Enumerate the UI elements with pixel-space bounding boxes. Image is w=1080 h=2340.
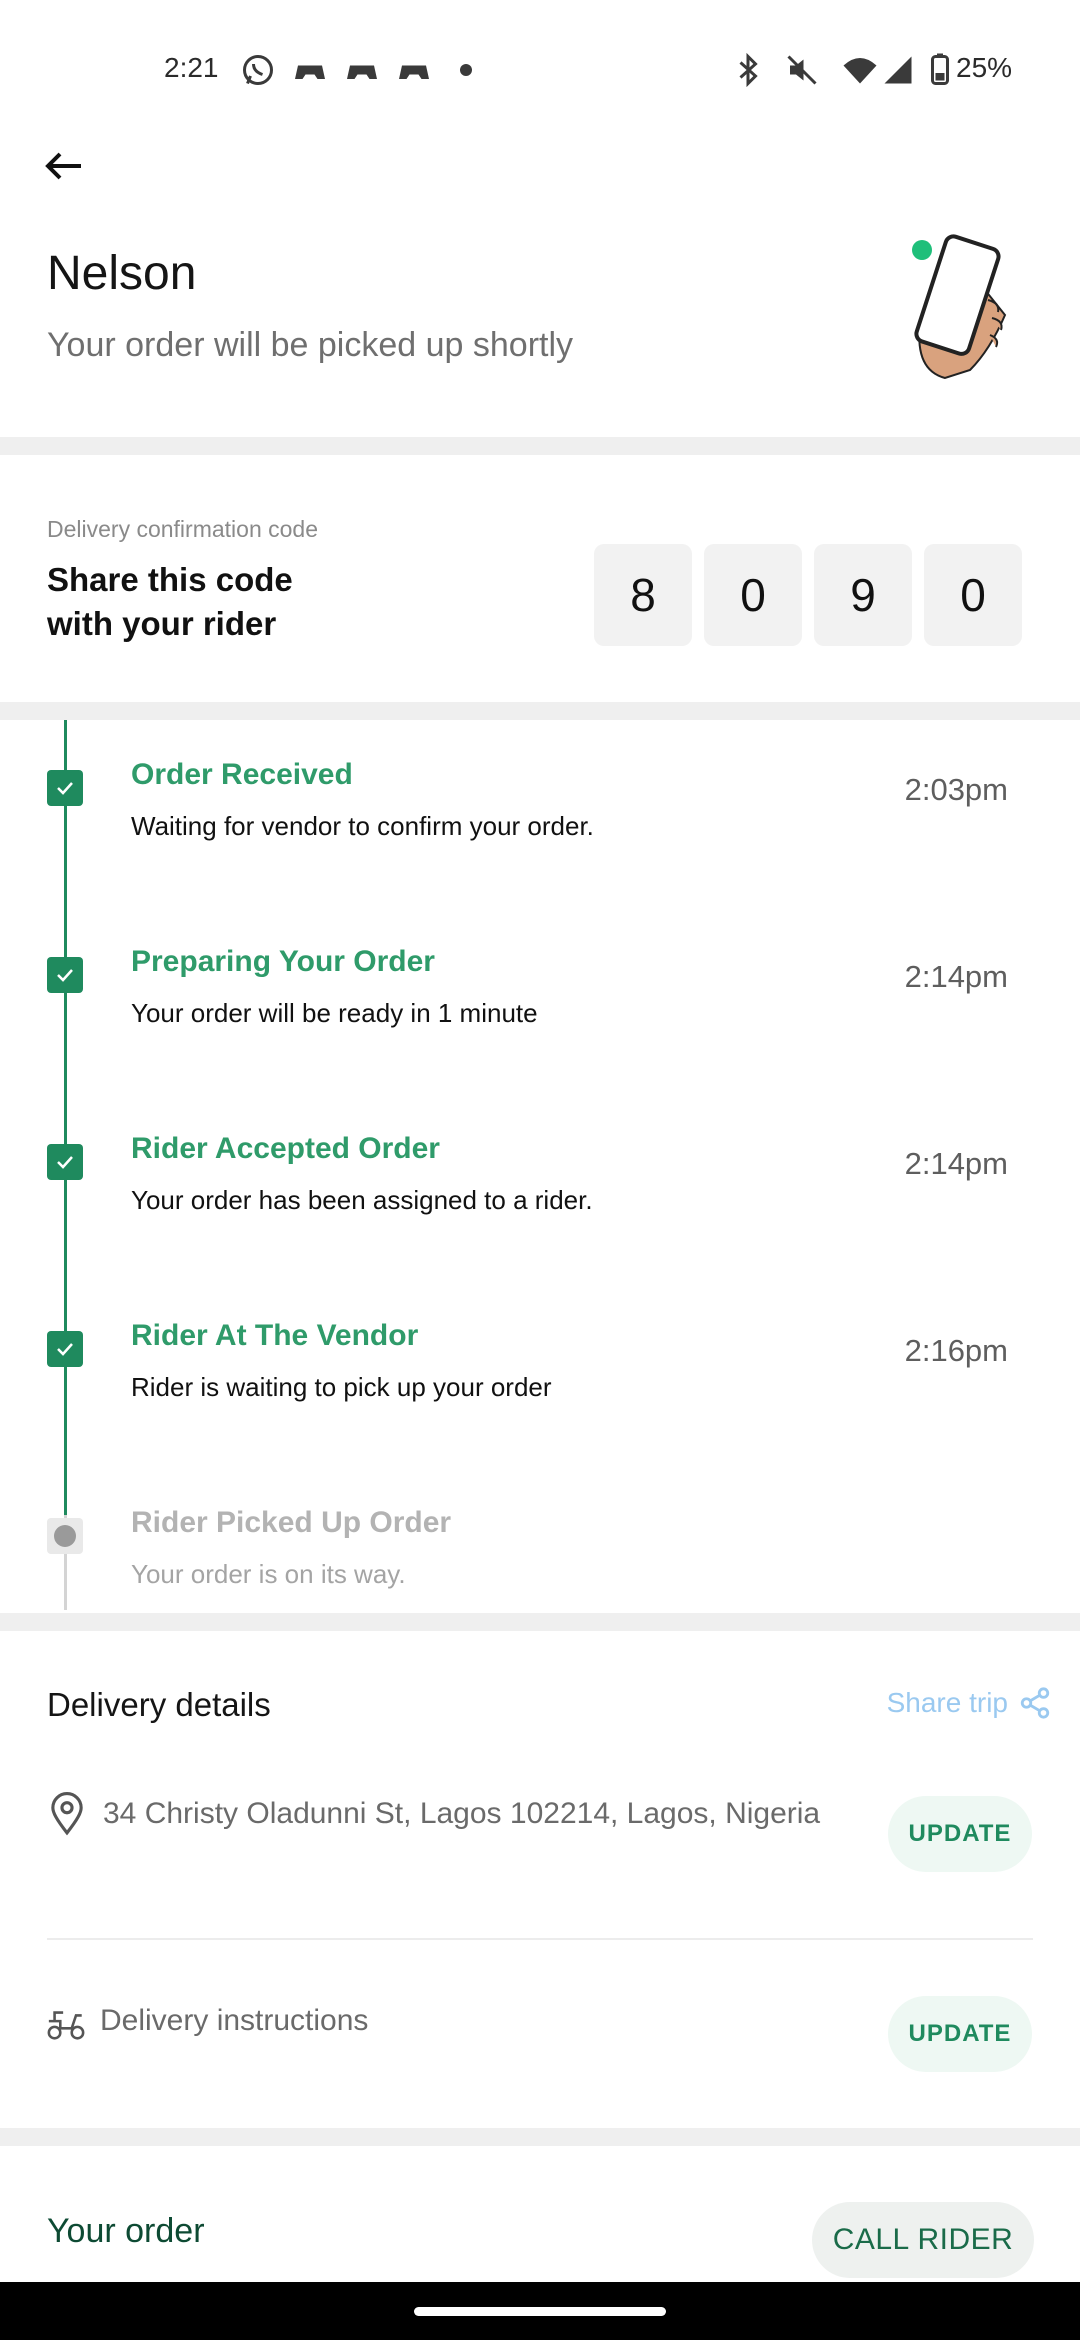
status-bar: 2:21 25%	[0, 0, 1080, 140]
bluetooth-icon	[739, 52, 758, 88]
your-order-title: Your order	[47, 2212, 205, 2250]
step-check-icon	[47, 1144, 83, 1180]
home-gesture-handle[interactable]	[414, 2307, 666, 2316]
mute-icon	[787, 55, 817, 85]
step-description: Rider is waiting to pick up your order	[131, 1372, 552, 1402]
battery-percent: 25%	[956, 52, 1013, 83]
back-button[interactable]	[38, 140, 90, 192]
update-address-button[interactable]: UPDATE	[888, 1796, 1032, 1872]
step-check-icon	[47, 770, 83, 806]
update-instructions-button[interactable]: UPDATE	[888, 1996, 1032, 2072]
delivery-address: 34 Christy Oladunni St, Lagos 102214, La…	[103, 1797, 821, 1830]
divider	[47, 1938, 1033, 1940]
step-check-icon	[47, 957, 83, 993]
whatsapp-icon	[243, 55, 273, 85]
dot-icon	[460, 64, 472, 76]
game-controller-icon	[295, 65, 325, 79]
call-rider-button[interactable]: CALL RIDER	[812, 2202, 1034, 2278]
share-trip-button[interactable]: Share trip	[887, 1686, 1052, 1720]
step-title: Rider Picked Up Order	[131, 1506, 452, 1539]
step-time: 2:16pm	[904, 1333, 1008, 1368]
hand-holding-phone-illustration	[912, 234, 1007, 380]
code-digit: 9	[814, 544, 912, 646]
code-digit: 0	[924, 544, 1022, 646]
order-status-subtitle: Your order will be picked up shortly	[47, 326, 574, 364]
step-description: Your order will be ready in 1 minute	[131, 998, 538, 1028]
step-description: Your order has been assigned to a rider.	[131, 1185, 593, 1215]
section-divider	[0, 702, 1080, 720]
page-title: Nelson	[47, 247, 197, 300]
step-time: 2:03pm	[904, 772, 1008, 807]
code-digit: 8	[594, 544, 692, 646]
step-time: 2:14pm	[904, 1146, 1008, 1181]
battery-icon	[931, 53, 949, 85]
delivery-instructions-label: Delivery instructions	[100, 2004, 369, 2037]
signal-icon	[884, 56, 912, 84]
step-pending-icon	[47, 1518, 83, 1554]
step-title: Preparing Your Order	[131, 945, 435, 978]
game-controller-icon	[347, 65, 377, 79]
code-instruction: Share this code with your rider	[47, 561, 293, 642]
code-digit: 0	[704, 544, 802, 646]
step-description: Waiting for vendor to confirm your order…	[131, 811, 594, 841]
scooter-icon	[47, 2011, 85, 2040]
step-check-icon	[47, 1331, 83, 1367]
share-icon	[1020, 1687, 1050, 1719]
code-label: Delivery confirmation code	[47, 516, 319, 542]
step-title: Rider Accepted Order	[131, 1132, 440, 1165]
wifi-icon	[843, 58, 877, 84]
game-controller-icon	[399, 65, 429, 79]
timeline-line-complete	[64, 720, 67, 1515]
delivery-details-title: Delivery details	[47, 1686, 271, 1723]
step-description: Your order is on its way.	[131, 1559, 406, 1589]
status-time: 2:21	[164, 52, 219, 83]
location-pin-icon	[51, 1792, 83, 1836]
step-title: Order Received	[131, 758, 353, 791]
section-divider	[0, 2128, 1080, 2146]
share-trip-label: Share trip	[886, 1687, 1008, 1718]
section-divider	[0, 437, 1080, 455]
step-time: 2:14pm	[904, 959, 1008, 994]
back-arrow-icon	[45, 152, 81, 180]
step-title: Rider At The Vendor	[131, 1319, 419, 1352]
section-divider	[0, 1613, 1080, 1631]
